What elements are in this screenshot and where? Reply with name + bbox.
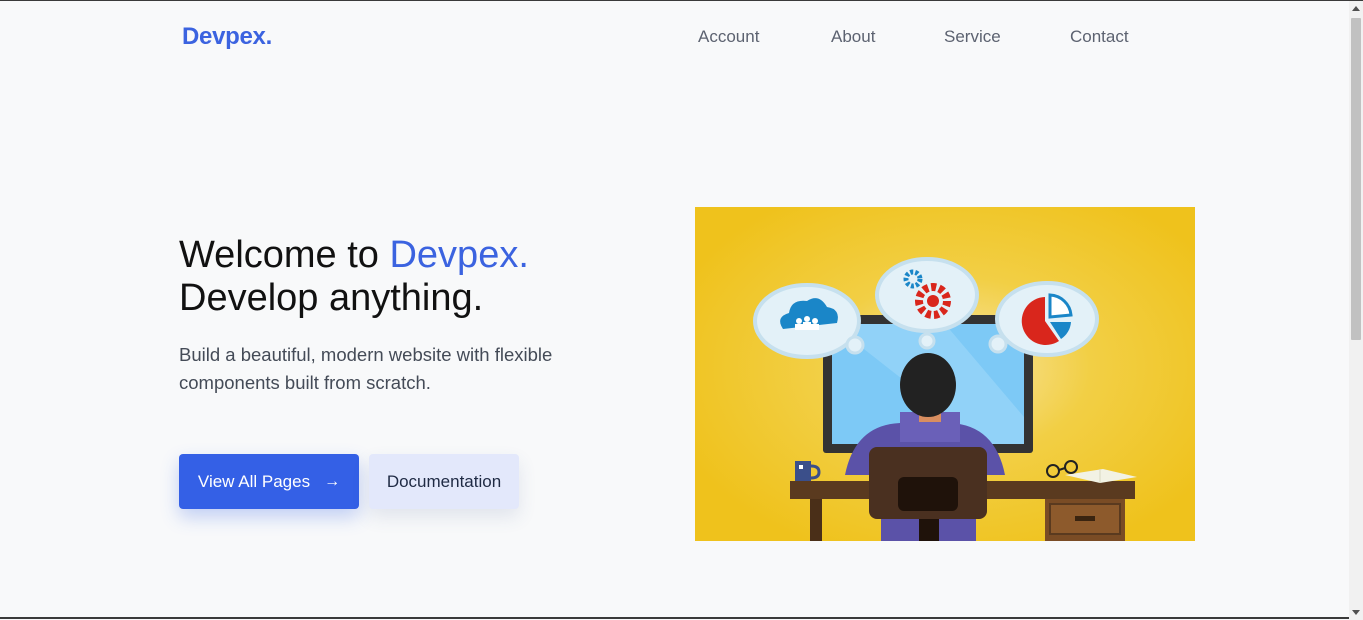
hero-subtitle: Build a beautiful, modern website with f…	[179, 344, 553, 393]
page-scrollbar[interactable]	[1349, 1, 1363, 620]
hero-illustration	[695, 207, 1195, 541]
developer-at-desk-illustration	[695, 207, 1195, 541]
hero-title-line2: Develop anything.	[179, 277, 484, 319]
view-all-pages-button[interactable]: View All Pages →	[179, 454, 359, 509]
hero-title-accent: Devpex.	[389, 234, 529, 276]
nav-item-about[interactable]: About	[831, 27, 875, 47]
cloud-users-bubble	[753, 283, 865, 359]
documentation-button[interactable]: Documentation	[369, 454, 519, 509]
view-all-pages-label: View All Pages	[197, 471, 311, 491]
arrow-right-icon: →	[324, 472, 341, 490]
brand-logo[interactable]: Devpex.	[182, 23, 272, 51]
scroll-down-icon[interactable]	[1352, 610, 1360, 615]
hero-title-prefix: Welcome to	[179, 234, 390, 276]
nav-item-account[interactable]: Account	[698, 27, 759, 47]
documentation-label: Documentation	[386, 471, 502, 491]
top-navbar: Devpex. Account About Service Contact	[0, 1, 1349, 75]
nav-item-contact[interactable]: Contact	[1070, 27, 1129, 47]
nav-item-service[interactable]: Service	[944, 27, 1001, 47]
scrollbar-thumb[interactable]	[1351, 18, 1361, 340]
hero-title: Welcome to Devpex. Develop anything.	[179, 234, 529, 320]
scroll-up-icon[interactable]	[1352, 6, 1360, 11]
